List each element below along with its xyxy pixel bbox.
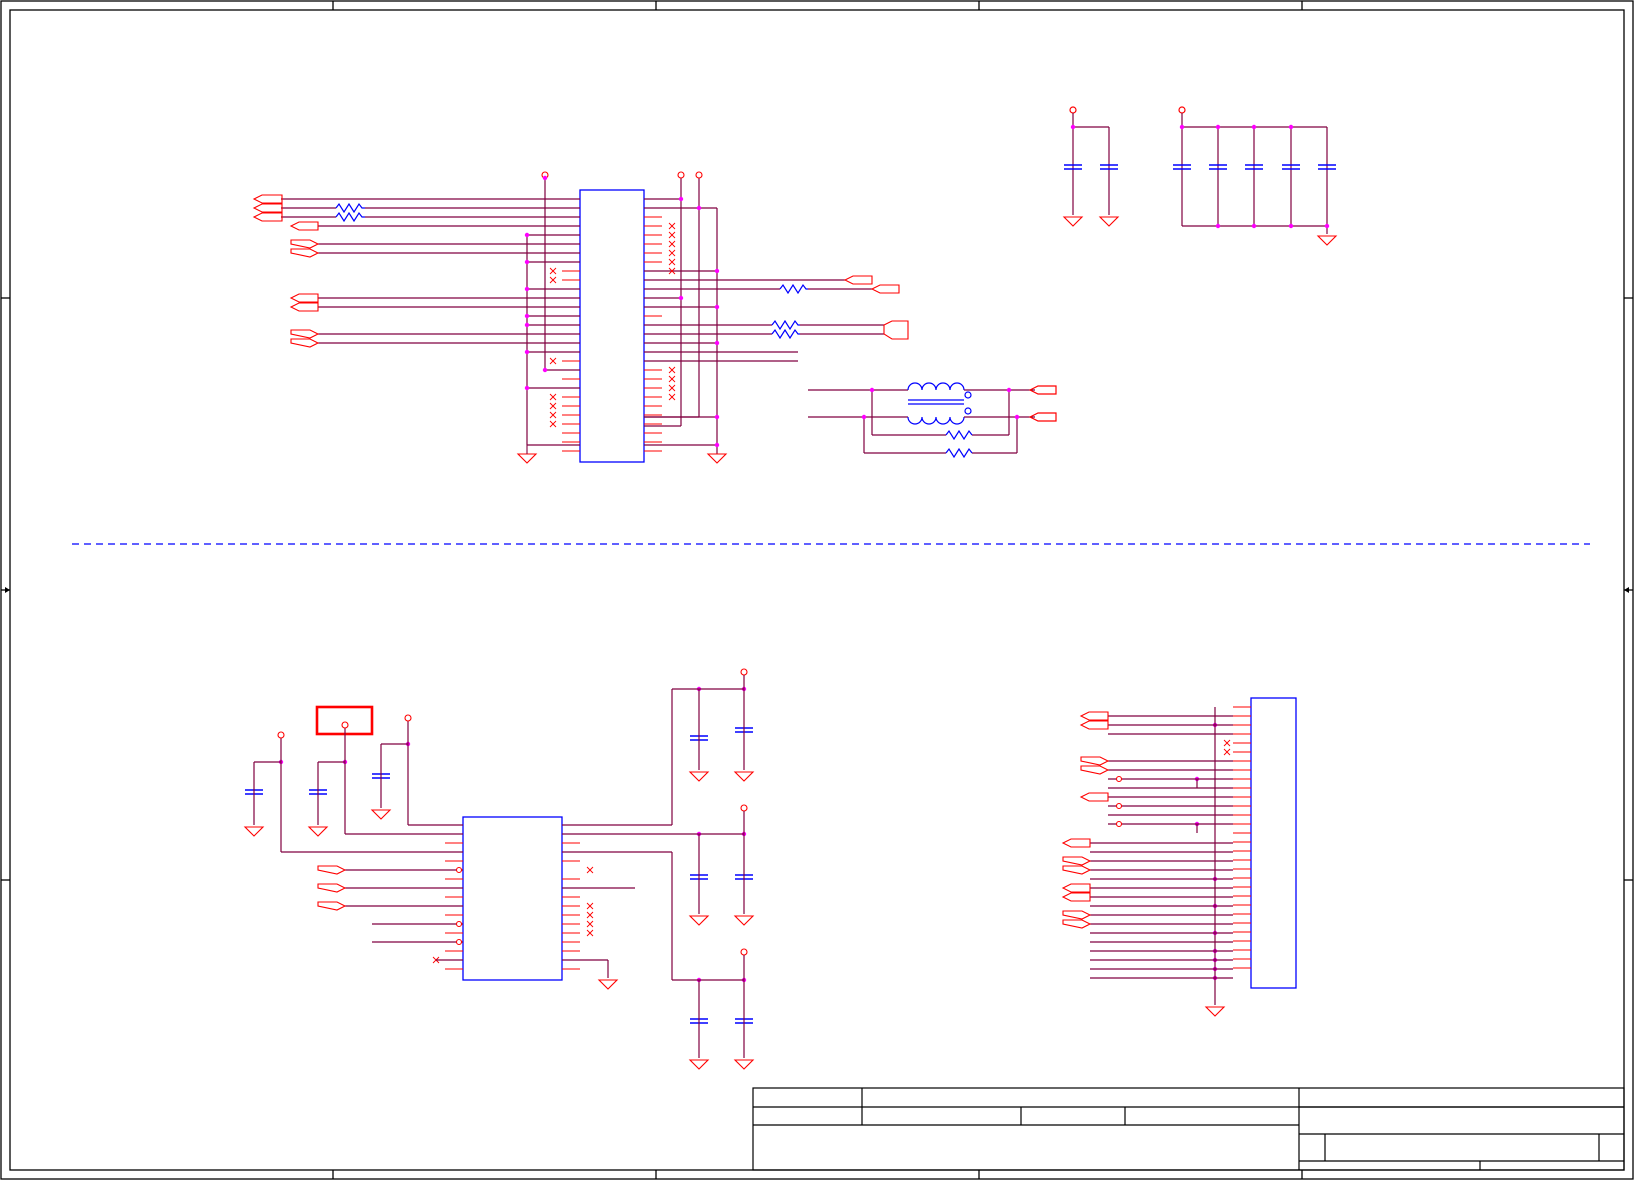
junction-dot <box>542 175 548 181</box>
junction-dot <box>1288 223 1294 229</box>
junction-dot <box>1251 124 1257 130</box>
junction-dot <box>714 414 720 420</box>
junction-dot <box>869 387 875 393</box>
junction-dot <box>524 349 530 355</box>
lower-connector-body <box>1250 697 1297 989</box>
schematic-canvas <box>0 0 1634 1180</box>
junction-dot <box>524 286 530 292</box>
junction-dot <box>1014 414 1020 420</box>
junction-dot <box>1324 223 1330 229</box>
lower-left-nets <box>253 688 744 981</box>
ground-symbol <box>733 771 755 782</box>
ground-symbol <box>1098 216 1120 227</box>
capacitors <box>245 164 1336 1024</box>
lower-connector-nets <box>1090 707 1233 1005</box>
junction-dot <box>1215 124 1221 130</box>
ground-symbol <box>1062 216 1084 227</box>
ground-symbol <box>597 979 619 990</box>
junction-dot <box>524 322 530 328</box>
junction-dot <box>678 196 684 202</box>
upper-left-resistors <box>335 202 365 223</box>
upper-decoupling-caps-a <box>1069 106 1110 215</box>
lower-connector-ports <box>1061 711 1110 929</box>
upper-connector-ic <box>562 189 662 463</box>
junction-dot <box>696 205 702 211</box>
junction-dot <box>1215 223 1221 229</box>
junction-dot <box>714 442 720 448</box>
upper-left-input-nets <box>281 178 580 446</box>
ground-symbol <box>688 915 710 926</box>
junction-dot <box>678 295 684 301</box>
junction-dot <box>524 313 530 319</box>
junction-dot <box>1288 124 1294 130</box>
ground-symbols <box>243 216 1338 1070</box>
common-mode-choke <box>808 382 1057 459</box>
junction-dot <box>714 268 720 274</box>
junction-dot <box>714 340 720 346</box>
ground-symbol <box>733 1059 755 1070</box>
junction-dot <box>524 259 530 265</box>
zone-arrow-left <box>1 587 10 593</box>
lower-ic-body <box>462 816 563 981</box>
ground-symbol <box>370 809 392 820</box>
lower-left-ports <box>317 865 347 911</box>
upper-ic-power-symbols <box>541 171 703 179</box>
ground-symbol <box>243 826 265 837</box>
lower-left-power <box>277 668 748 956</box>
ground-symbol <box>733 915 755 926</box>
ground-symbol <box>688 1059 710 1070</box>
junction-dot <box>861 414 867 420</box>
junction-dot <box>524 385 530 391</box>
lower-ic <box>445 816 580 981</box>
upper-ic-ground-symbols <box>516 445 728 464</box>
ground-symbol <box>688 771 710 782</box>
junction-dot <box>714 304 720 310</box>
junction-dot <box>1070 124 1076 130</box>
upper-right-resistors <box>771 283 808 340</box>
junction-dot <box>1006 387 1012 393</box>
sheet-frame <box>0 0 1634 1180</box>
title-block <box>752 1087 1625 1171</box>
schematic-sheet <box>0 0 1634 1180</box>
ground-symbol <box>307 826 329 837</box>
connector-body <box>579 189 645 463</box>
upper-right-ports <box>843 275 909 340</box>
upper-left-ports <box>252 194 320 348</box>
ground-symbol <box>1204 1006 1226 1017</box>
lower-connector <box>1233 697 1297 989</box>
ground-symbol <box>1316 235 1338 246</box>
junction-dot <box>1179 124 1185 130</box>
upper-right-nets <box>644 178 884 454</box>
junction-dot <box>542 367 548 373</box>
lower-connector-test-points <box>1115 775 1123 828</box>
junction-dot <box>524 232 530 238</box>
zone-arrow-right <box>1624 587 1633 593</box>
junction-dot <box>1251 223 1257 229</box>
